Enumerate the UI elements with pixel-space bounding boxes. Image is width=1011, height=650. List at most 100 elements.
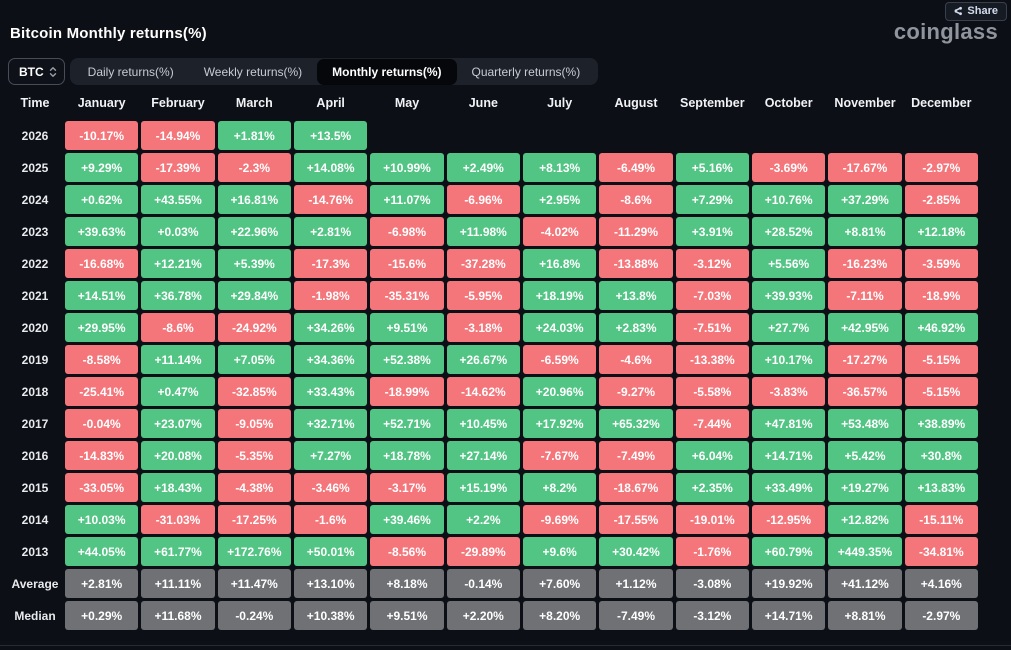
cell-2024-october: +10.76%	[752, 185, 826, 214]
cell-2026-march: +1.81%	[217, 121, 291, 150]
row-label-2017: 2017	[21, 416, 49, 431]
cell-2021-december: -18.9%	[904, 281, 978, 310]
cell-2026-august	[599, 121, 672, 150]
cell-2015-march: -4.38%	[217, 473, 291, 502]
returns-table: Time January February March April May June July…	[8, 88, 978, 630]
cell-2013-may: -8.56%	[370, 537, 444, 566]
row-label-2021: 2021	[21, 288, 49, 303]
cell-median-september: -3.12%	[675, 601, 749, 630]
cell-2020-january: +29.95%	[65, 313, 139, 342]
cell-2016-january: -14.83%	[65, 441, 139, 470]
column-header-time: Time	[20, 96, 50, 110]
cell-2020-september: -7.51%	[675, 313, 749, 342]
cell-2021-may: -35.31%	[370, 281, 444, 310]
cell-2026-may	[370, 121, 443, 150]
cell-2022-may: -15.6%	[370, 249, 444, 278]
cell-2016-february: +20.08%	[141, 441, 215, 470]
cell-2023-november: +8.81%	[828, 217, 902, 246]
cell-2019-october: +10.17%	[752, 345, 826, 374]
cell-2026-september	[676, 121, 749, 150]
controls-bar: BTC Daily returns(%) Weekly returns(%) Mon…	[8, 58, 599, 85]
cell-average-october: +19.92%	[752, 569, 826, 598]
row-label-2022: 2022	[21, 256, 49, 271]
cell-2017-june: +10.45%	[446, 409, 520, 438]
page-title: Bitcoin Monthly returns(%)	[10, 25, 207, 42]
row-label-2023: 2023	[21, 224, 49, 239]
cell-2023-april: +2.81%	[294, 217, 368, 246]
cell-2018-november: -36.57%	[828, 377, 902, 406]
column-header-june: June	[468, 96, 498, 110]
cell-median-august: -7.49%	[599, 601, 673, 630]
cell-average-july: +7.60%	[523, 569, 597, 598]
tab-daily-returns[interactable]: Daily returns(%)	[73, 59, 189, 85]
cell-2015-june: +15.19%	[446, 473, 520, 502]
column-header-april: April	[316, 96, 345, 110]
cell-2013-october: +60.79%	[752, 537, 826, 566]
cell-2022-july: +16.8%	[523, 249, 597, 278]
cell-2019-september: -13.38%	[675, 345, 749, 374]
row-label-average: Average	[11, 576, 59, 591]
cell-2025-august: -6.49%	[599, 153, 673, 182]
cell-2024-july: +2.95%	[523, 185, 597, 214]
cell-2024-april: -14.76%	[294, 185, 368, 214]
cell-2017-january: -0.04%	[65, 409, 139, 438]
cell-average-march: +11.47%	[217, 569, 291, 598]
column-header-march: March	[235, 96, 273, 110]
cell-2015-december: +13.83%	[904, 473, 978, 502]
cell-2024-august: -8.6%	[599, 185, 673, 214]
column-header-september: September	[680, 96, 745, 110]
cell-2024-september: +7.29%	[675, 185, 749, 214]
cell-2017-july: +17.92%	[523, 409, 597, 438]
cell-2015-july: +8.2%	[523, 473, 597, 502]
cell-2022-january: -16.68%	[65, 249, 139, 278]
cell-average-august: +1.12%	[599, 569, 673, 598]
cell-2014-february: -31.03%	[141, 505, 215, 534]
cell-2014-june: +2.2%	[446, 505, 520, 534]
tab-weekly-returns[interactable]: Weekly returns(%)	[189, 59, 317, 85]
cell-2019-may: +52.38%	[370, 345, 444, 374]
returns-tab-group: Daily returns(%) Weekly returns(%) Monthly…	[69, 58, 599, 85]
cell-2023-december: +12.18%	[904, 217, 978, 246]
tab-quarterly-returns[interactable]: Quarterly returns(%)	[457, 59, 596, 85]
cell-median-november: +8.81%	[828, 601, 902, 630]
cell-2020-july: +24.03%	[523, 313, 597, 342]
cell-2014-november: +12.82%	[828, 505, 902, 534]
row-label-2026: 2026	[21, 128, 49, 143]
tab-monthly-returns[interactable]: Monthly returns(%)	[317, 58, 457, 85]
cell-2016-june: +27.14%	[446, 441, 520, 470]
cell-average-september: -3.08%	[675, 569, 749, 598]
cell-2019-april: +34.36%	[294, 345, 368, 374]
cell-2016-october: +14.71%	[752, 441, 826, 470]
row-label-2015: 2015	[21, 480, 49, 495]
cell-2018-august: -9.27%	[599, 377, 673, 406]
cell-2023-march: +22.96%	[217, 217, 291, 246]
cell-2014-january: +10.03%	[65, 505, 139, 534]
cell-2023-may: -6.98%	[370, 217, 444, 246]
cell-2017-february: +23.07%	[141, 409, 215, 438]
row-label-2020: 2020	[21, 320, 49, 335]
cell-2022-march: +5.39%	[217, 249, 291, 278]
cell-2013-march: +172.76%	[217, 537, 291, 566]
cell-2018-september: -5.58%	[675, 377, 749, 406]
cell-2017-april: +32.71%	[294, 409, 368, 438]
symbol-select[interactable]: BTC	[8, 58, 65, 85]
cell-2025-may: +10.99%	[370, 153, 444, 182]
cell-2017-october: +47.81%	[752, 409, 826, 438]
cell-average-may: +8.18%	[370, 569, 444, 598]
cell-median-february: +11.68%	[141, 601, 215, 630]
cell-2022-august: -13.88%	[599, 249, 673, 278]
cell-2025-july: +8.13%	[523, 153, 597, 182]
cell-2020-march: -24.92%	[217, 313, 291, 342]
cell-2026-november	[828, 121, 901, 150]
column-header-february: February	[151, 96, 205, 110]
cell-2014-december: -15.11%	[904, 505, 978, 534]
cell-median-july: +8.20%	[523, 601, 597, 630]
cell-2018-april: +33.43%	[294, 377, 368, 406]
cell-2019-august: -4.6%	[599, 345, 673, 374]
cell-2019-december: -5.15%	[904, 345, 978, 374]
chevron-updown-icon	[49, 66, 57, 78]
cell-2017-november: +53.48%	[828, 409, 902, 438]
cell-2021-march: +29.84%	[217, 281, 291, 310]
cell-2021-november: -7.11%	[828, 281, 902, 310]
cell-2022-december: -3.59%	[904, 249, 978, 278]
